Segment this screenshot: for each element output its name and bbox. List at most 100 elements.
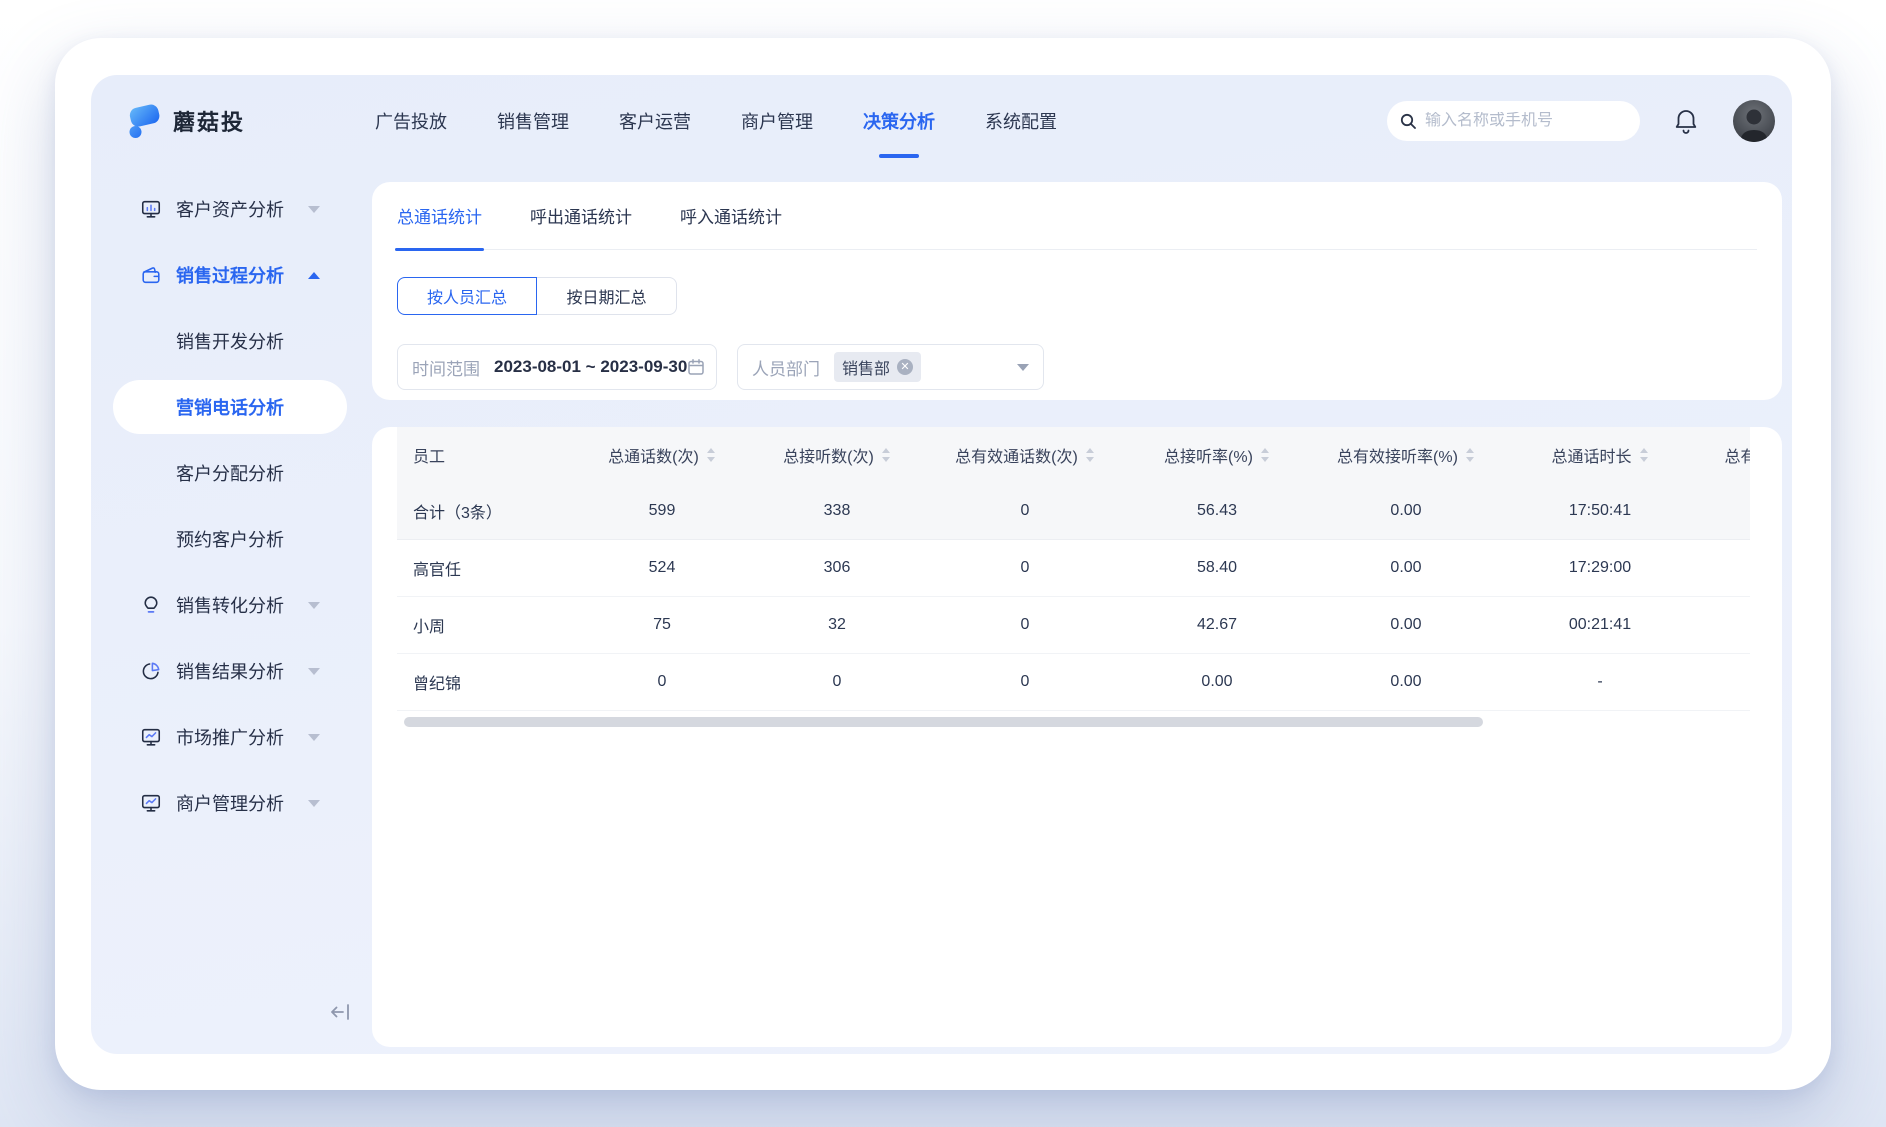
cell-total-duration: 00:21:41 bbox=[1501, 597, 1699, 653]
sidebar-subitem-appointment-customers[interactable]: 预约客户分析 bbox=[91, 512, 372, 566]
toggle-by-date[interactable]: 按日期汇总 bbox=[537, 277, 677, 315]
sidebar-item-label: 商户管理分析 bbox=[176, 790, 284, 816]
column-header-answer-rate[interactable]: 总接听率(%) bbox=[1123, 427, 1311, 483]
cell-effective-calls: 0 bbox=[927, 483, 1123, 539]
sidebar-item-sales-results[interactable]: 销售结果分析 bbox=[91, 644, 372, 698]
cell-effective-calls: 0 bbox=[927, 540, 1123, 596]
sidebar-item-label: 销售过程分析 bbox=[176, 262, 284, 288]
table-row-total: 合计（3条） 599 338 0 56.43 0.00 17:50:41 bbox=[397, 483, 1750, 540]
global-search[interactable] bbox=[1387, 101, 1640, 141]
mushroom-logo-icon bbox=[125, 102, 163, 140]
sort-icon[interactable] bbox=[706, 447, 716, 463]
cell-employee: 曾纪锦 bbox=[397, 654, 577, 710]
monitor-bars-icon bbox=[140, 198, 162, 220]
cell-effective-duration bbox=[1699, 540, 1750, 596]
cell-total-calls: 75 bbox=[577, 597, 747, 653]
chevron-down-icon bbox=[308, 602, 320, 609]
department-select[interactable]: 人员部门 销售部 ✕ bbox=[737, 344, 1044, 390]
sidebar-item-market-promotion[interactable]: 市场推广分析 bbox=[91, 710, 372, 764]
app-window: 蘑菇投 广告投放 销售管理 客户运营 商户管理 决策分析 系统配置 bbox=[55, 38, 1831, 1090]
cell-effective-calls: 0 bbox=[927, 654, 1123, 710]
column-header-total-duration[interactable]: 总通话时长 bbox=[1501, 427, 1699, 483]
brand-logo: 蘑菇投 bbox=[125, 102, 245, 140]
user-avatar[interactable] bbox=[1733, 100, 1775, 142]
sort-icon[interactable] bbox=[1260, 447, 1270, 463]
cell-effective-answer-rate: 0.00 bbox=[1311, 654, 1501, 710]
wallet-icon bbox=[140, 264, 162, 286]
table-header-row: 员工 总通话数(次) 总接听数(次) 总有效通话数(次) bbox=[397, 427, 1750, 483]
cell-total-duration: 17:29:00 bbox=[1501, 540, 1699, 596]
cell-answer-rate: 0.00 bbox=[1123, 654, 1311, 710]
nav-item-system-config[interactable]: 系统配置 bbox=[985, 108, 1057, 134]
date-range-picker[interactable]: 时间范围 2023-08-01 ~ 2023-09-30 bbox=[397, 344, 717, 390]
calendar-icon bbox=[687, 358, 705, 376]
monitor-trend-icon bbox=[140, 726, 162, 748]
chevron-up-icon bbox=[308, 272, 320, 279]
cell-employee: 小周 bbox=[397, 597, 577, 653]
pie-chart-icon bbox=[140, 660, 162, 682]
department-label: 人员部门 bbox=[752, 355, 820, 380]
nav-item-customer-ops[interactable]: 客户运营 bbox=[619, 108, 691, 134]
top-bar: 蘑菇投 广告投放 销售管理 客户运营 商户管理 决策分析 系统配置 bbox=[91, 75, 1792, 167]
sidebar-subitem-marketing-calls[interactable]: 营销电话分析 bbox=[113, 380, 347, 434]
summary-mode-toggle: 按人员汇总 按日期汇总 bbox=[397, 277, 1782, 315]
column-header-effective-calls[interactable]: 总有效通话数(次) bbox=[927, 427, 1123, 483]
filter-row: 时间范围 2023-08-01 ~ 2023-09-30 人员部门 bbox=[397, 344, 1782, 390]
sort-icon[interactable] bbox=[1465, 447, 1475, 463]
nav-item-merchant[interactable]: 商户管理 bbox=[741, 108, 813, 134]
sidebar-item-customer-assets[interactable]: 客户资产分析 bbox=[91, 182, 372, 236]
chevron-down-icon bbox=[308, 800, 320, 807]
person-silhouette-icon bbox=[1733, 102, 1775, 142]
chevron-down-icon bbox=[308, 206, 320, 213]
search-icon bbox=[1399, 112, 1417, 130]
table-row: 高官任 524 306 0 58.40 0.00 17:29:00 bbox=[397, 540, 1750, 597]
sidebar-item-sales-process[interactable]: 销售过程分析 bbox=[91, 248, 372, 302]
column-header-effective-answer-rate[interactable]: 总有效接听率(%) bbox=[1311, 427, 1501, 483]
nav-item-ad[interactable]: 广告投放 bbox=[375, 108, 447, 134]
cell-total-calls: 0 bbox=[577, 654, 747, 710]
search-input[interactable] bbox=[1425, 112, 1605, 130]
bell-icon bbox=[1673, 107, 1699, 135]
sidebar-item-sales-conversion[interactable]: 销售转化分析 bbox=[91, 578, 372, 632]
cell-effective-answer-rate: 0.00 bbox=[1311, 597, 1501, 653]
tag-remove-icon[interactable]: ✕ bbox=[897, 359, 913, 375]
tab-outbound-calls[interactable]: 呼出通话统计 bbox=[530, 182, 632, 249]
cell-answer-rate: 42.67 bbox=[1123, 597, 1311, 653]
cell-effective-duration bbox=[1699, 597, 1750, 653]
nav-item-sales[interactable]: 销售管理 bbox=[497, 108, 569, 134]
chevron-down-icon bbox=[308, 734, 320, 741]
tab-total-calls[interactable]: 总通话统计 bbox=[397, 182, 482, 249]
cell-effective-answer-rate: 0.00 bbox=[1311, 540, 1501, 596]
sort-icon[interactable] bbox=[1085, 447, 1095, 463]
column-header-answered[interactable]: 总接听数(次) bbox=[747, 427, 927, 483]
chevron-down-icon bbox=[1017, 364, 1029, 371]
sidebar-item-merchant-management[interactable]: 商户管理分析 bbox=[91, 776, 372, 830]
column-header-effective-duration[interactable]: 总有效通话时长 bbox=[1699, 427, 1750, 483]
nav-item-decision-analysis[interactable]: 决策分析 bbox=[863, 108, 935, 134]
cell-employee: 合计（3条） bbox=[397, 483, 577, 539]
column-header-total-calls[interactable]: 总通话数(次) bbox=[577, 427, 747, 483]
sort-icon[interactable] bbox=[1639, 447, 1649, 463]
filters-card: 总通话统计 呼出通话统计 呼入通话统计 按人员汇总 按日期汇总 时间范围 202… bbox=[372, 182, 1782, 400]
cell-answer-rate: 58.40 bbox=[1123, 540, 1311, 596]
table-card: 员工 总通话数(次) 总接听数(次) 总有效通话数(次) bbox=[372, 427, 1782, 1047]
sort-icon[interactable] bbox=[881, 447, 891, 463]
notifications-button[interactable] bbox=[1673, 107, 1699, 135]
sidebar-subitem-customer-allocation[interactable]: 客户分配分析 bbox=[91, 446, 372, 500]
top-nav: 广告投放 销售管理 客户运营 商户管理 决策分析 系统配置 bbox=[375, 108, 1057, 134]
cell-total-calls: 524 bbox=[577, 540, 747, 596]
cell-effective-answer-rate: 0.00 bbox=[1311, 483, 1501, 539]
cell-answered: 306 bbox=[747, 540, 927, 596]
toggle-by-person[interactable]: 按人员汇总 bbox=[397, 277, 537, 315]
cell-total-calls: 599 bbox=[577, 483, 747, 539]
table-row: 小周 75 32 0 42.67 0.00 00:21:41 bbox=[397, 597, 1750, 654]
collapse-sidebar-button[interactable] bbox=[328, 1000, 352, 1024]
sidebar-item-label: 销售转化分析 bbox=[176, 592, 284, 618]
table-row: 曾纪锦 0 0 0 0.00 0.00 - bbox=[397, 654, 1750, 711]
horizontal-scrollbar-thumb[interactable] bbox=[404, 717, 1483, 727]
sidebar-item-label: 销售结果分析 bbox=[176, 658, 284, 684]
collapse-left-icon bbox=[328, 1000, 352, 1024]
sidebar-subitem-sales-development[interactable]: 销售开发分析 bbox=[91, 314, 372, 368]
tab-inbound-calls[interactable]: 呼入通话统计 bbox=[680, 182, 782, 249]
cell-answer-rate: 56.43 bbox=[1123, 483, 1311, 539]
